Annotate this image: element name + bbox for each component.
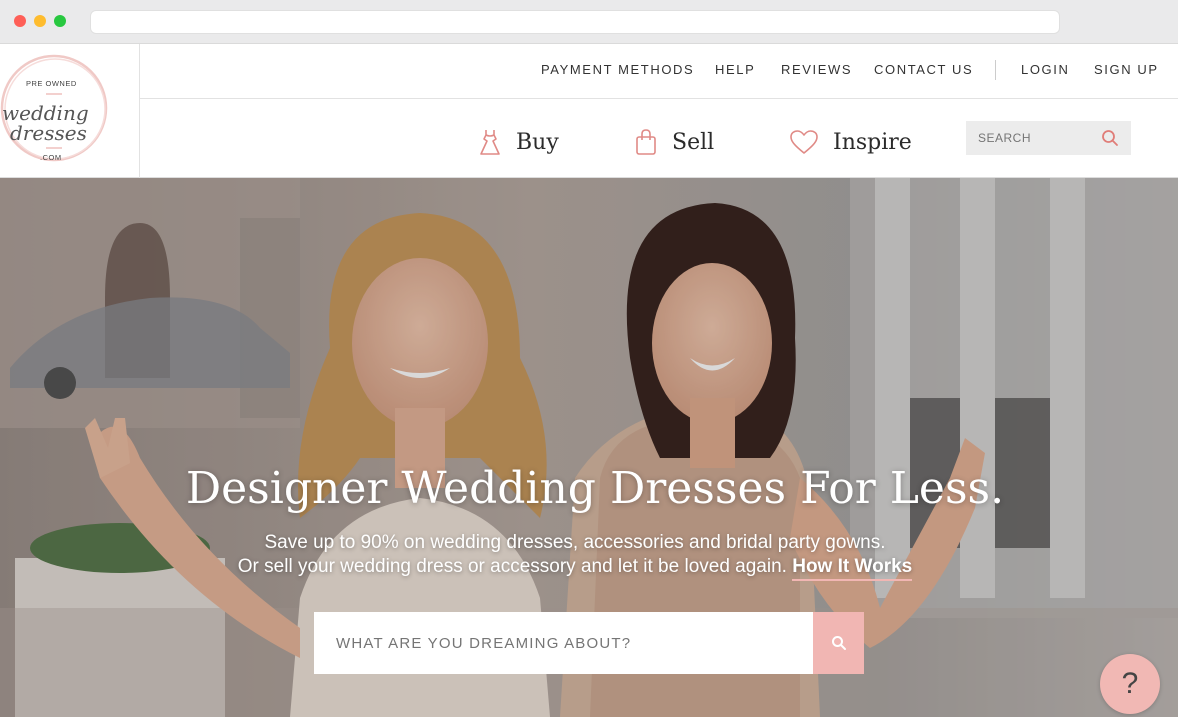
logo-top-text: PRE OWNED bbox=[26, 79, 77, 88]
reviews-link[interactable]: REVIEWS bbox=[781, 62, 852, 77]
heart-icon bbox=[790, 130, 818, 154]
how-it-works-link[interactable]: How It Works bbox=[792, 556, 913, 581]
hero-subtitle-line2-wrap: Or sell your wedding dress or accessory … bbox=[0, 556, 1150, 581]
hero-subtitle-line1: Save up to 90% on wedding dresses, acces… bbox=[264, 532, 886, 553]
nav-divider bbox=[995, 60, 996, 80]
search-icon bbox=[831, 636, 846, 650]
hero-title: Designer Wedding Dresses For Less. bbox=[185, 463, 1005, 514]
dress-icon bbox=[480, 130, 500, 155]
help-chat-button[interactable]: ? bbox=[1100, 654, 1160, 714]
search-icon[interactable] bbox=[1101, 129, 1119, 147]
logo-suffix: .COM bbox=[40, 153, 62, 162]
hero-search bbox=[314, 612, 864, 674]
hero-search-input[interactable] bbox=[314, 612, 812, 674]
browser-toolbar bbox=[0, 0, 1178, 44]
nav-inspire-label: Inspire bbox=[833, 129, 912, 155]
header-search bbox=[966, 121, 1131, 155]
payment-methods-link[interactable]: PAYMENT METHODS bbox=[541, 62, 694, 77]
hero-search-button[interactable] bbox=[813, 612, 864, 674]
nav-sell-label: Sell bbox=[672, 129, 715, 155]
site-header: PRE OWNED wedding dresses .COM PAYMENT M… bbox=[0, 44, 1178, 178]
address-bar[interactable] bbox=[90, 10, 1060, 34]
close-window-button[interactable] bbox=[14, 15, 26, 27]
nav-buy-label: Buy bbox=[516, 129, 559, 155]
logo-line2: dresses bbox=[10, 121, 87, 145]
browser-window: PRE OWNED wedding dresses .COM PAYMENT M… bbox=[0, 0, 1178, 717]
contact-us-link[interactable]: CONTACT US bbox=[874, 62, 973, 77]
sign-up-link[interactable]: SIGN UP bbox=[1094, 62, 1159, 77]
minimize-window-button[interactable] bbox=[34, 15, 46, 27]
logo-link[interactable]: PRE OWNED wedding dresses .COM bbox=[0, 44, 140, 178]
login-link[interactable]: LOGIN bbox=[1021, 62, 1069, 77]
help-link[interactable]: HELP bbox=[715, 62, 755, 77]
site-logo: PRE OWNED wedding dresses .COM bbox=[0, 54, 108, 162]
nav-inspire[interactable]: Inspire bbox=[789, 122, 912, 162]
nav-buy[interactable]: Buy bbox=[478, 122, 559, 162]
nav-sell[interactable]: Sell bbox=[634, 122, 714, 162]
hero-section: Designer Wedding Dresses For Less. Save … bbox=[0, 178, 1178, 717]
maximize-window-button[interactable] bbox=[54, 15, 66, 27]
utility-nav: PAYMENT METHODS HELP REVIEWS CONTACT US … bbox=[140, 44, 1178, 99]
hero-subtitle-line2: Or sell your wedding dress or accessory … bbox=[237, 556, 787, 577]
shopping-bag-icon bbox=[636, 129, 656, 155]
header-search-input[interactable] bbox=[966, 121, 1096, 155]
